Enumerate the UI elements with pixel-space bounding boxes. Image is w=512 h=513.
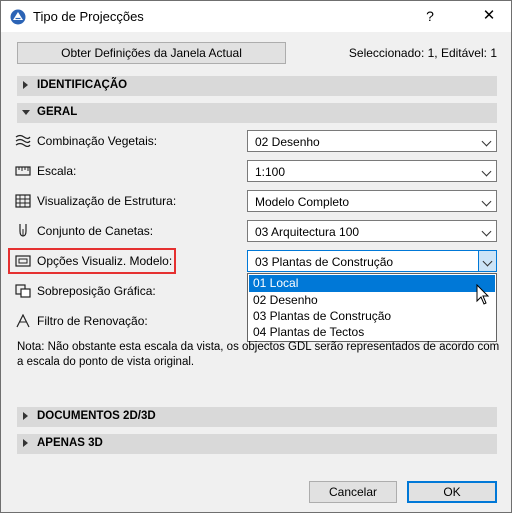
title-bar[interactable]: Tipo de Projecções ? ✕ [1, 1, 511, 32]
chevron-down-icon [481, 166, 492, 177]
section-documentos[interactable]: DOCUMENTOS 2D/3D [17, 407, 497, 427]
window-title: Tipo de Projecções [33, 9, 144, 24]
dropdown-option[interactable]: 04 Plantas de Tectos [249, 324, 495, 341]
dialog-content: Obter Definições da Janela Actual Selecc… [1, 32, 511, 512]
section-identificacao[interactable]: IDENTIFICAÇÃO [17, 76, 497, 96]
structure-display-icon [15, 194, 31, 208]
section-label: DOCUMENTOS 2D/3D [37, 410, 156, 422]
chevron-down-icon [22, 110, 30, 115]
vegetation-combination-icon [15, 134, 31, 147]
combinacao-select[interactable]: 02 Desenho [247, 130, 497, 152]
scale-note: Nota: Não obstante esta escala da vista,… [17, 341, 500, 368]
filtro-label: Filtro de Renovação: [37, 314, 148, 328]
visualizacao-value: Modelo Completo [255, 195, 350, 209]
opcoes-select[interactable]: 03 Plantas de Construção [247, 250, 497, 272]
section-apenas3d[interactable]: APENAS 3D [17, 434, 497, 454]
cancel-button[interactable]: Cancelar [309, 481, 397, 503]
opcoes-value: 03 Plantas de Construção [255, 255, 394, 269]
combinacao-label: Combinação Vegetais: [37, 134, 158, 148]
archicad-icon [10, 9, 26, 25]
combinacao-value: 02 Desenho [255, 135, 320, 149]
chevron-right-icon [23, 412, 28, 420]
chevron-down-icon [481, 226, 492, 237]
model-view-options-icon [15, 255, 31, 267]
close-button[interactable]: ✕ [475, 3, 503, 29]
visualizacao-label: Visualização de Estrutura: [37, 194, 177, 208]
renovation-filter-icon [16, 314, 30, 328]
section-geral[interactable]: GERAL [17, 103, 497, 123]
get-current-window-settings-button[interactable]: Obter Definições da Janela Actual [17, 42, 286, 64]
section-label: IDENTIFICAÇÃO [37, 79, 128, 91]
mouse-cursor-icon [476, 284, 490, 305]
dropdown-button[interactable] [478, 251, 496, 271]
canetas-select[interactable]: 03 Arquitectura 100 [247, 220, 497, 242]
opcoes-dropdown-list: 01 Local 02 Desenho 03 Plantas de Constr… [247, 273, 497, 342]
ok-button[interactable]: OK [407, 481, 497, 503]
canetas-value: 03 Arquitectura 100 [255, 225, 360, 239]
visualizacao-select[interactable]: Modelo Completo [247, 190, 497, 212]
chevron-down-icon [482, 256, 493, 267]
escala-value: 1:100 [255, 165, 286, 179]
scale-icon [15, 166, 31, 176]
chevron-right-icon [23, 439, 28, 447]
dropdown-option[interactable]: 02 Desenho [249, 292, 495, 309]
canetas-label: Conjunto de Canetas: [37, 224, 154, 238]
dropdown-option[interactable]: 03 Plantas de Construção [249, 308, 495, 325]
help-button[interactable]: ? [417, 3, 443, 29]
section-label: APENAS 3D [37, 437, 103, 449]
chevron-down-icon [481, 196, 492, 207]
dropdown-option[interactable]: 01 Local [249, 275, 495, 292]
chevron-right-icon [23, 81, 28, 89]
pen-set-icon [19, 224, 27, 237]
section-label: GERAL [37, 106, 78, 118]
escala-label: Escala: [37, 164, 77, 178]
chevron-down-icon [481, 136, 492, 147]
selection-status: Seleccionado: 1, Editável: 1 [348, 46, 497, 60]
opcoes-label: Opções Visualiz. Modelo: [37, 254, 173, 268]
escala-select[interactable]: 1:100 [247, 160, 497, 182]
graphic-override-icon [15, 284, 31, 298]
sobreposicao-label: Sobreposição Gráfica: [37, 284, 156, 298]
dialog-window: Tipo de Projecções ? ✕ Obter Definições … [0, 0, 512, 513]
